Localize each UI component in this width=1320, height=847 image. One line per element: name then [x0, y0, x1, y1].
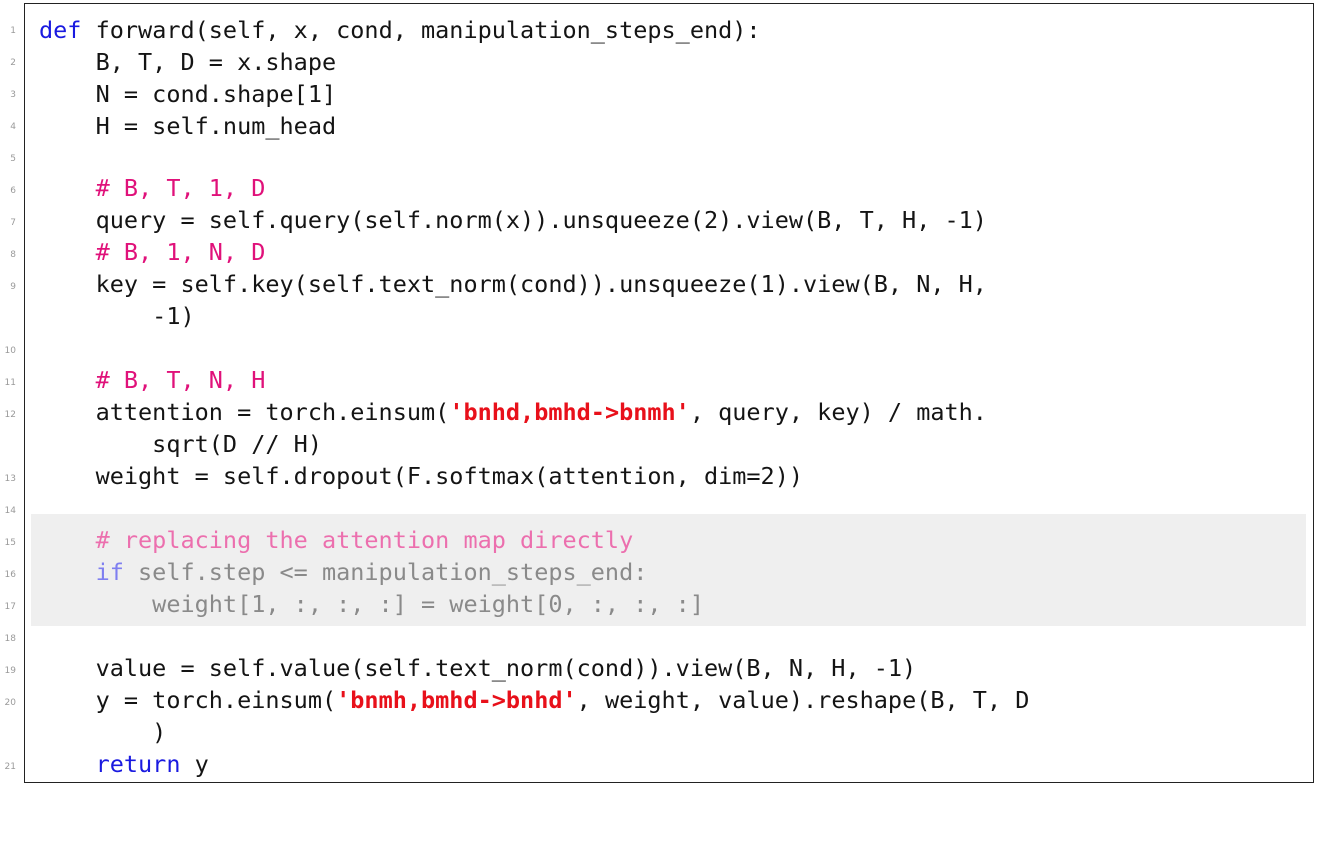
code-line: N = cond.shape[1]: [39, 80, 337, 108]
line-number: 16: [4, 570, 16, 580]
line-number: 12: [4, 410, 16, 420]
code-line-continuation: ): [39, 718, 167, 746]
line-number: 1: [10, 26, 16, 36]
code-line-continuation: -1): [39, 302, 195, 330]
code-string: 'bnmh,bmhd->bnhd': [336, 686, 577, 714]
line-number: 21: [4, 762, 16, 772]
line-number: 5: [10, 154, 16, 164]
code-line: # replacing the attention map directly: [39, 524, 634, 556]
line-number: 11: [4, 378, 16, 388]
code-text: attention = torch.einsum(: [39, 398, 450, 426]
code-string: 'bnhd,bmhd->bnmh': [449, 398, 690, 426]
code-line: # B, T, 1, D: [39, 172, 266, 204]
line-number: 17: [4, 602, 16, 612]
code-line: attention = torch.einsum('bnhd,bmhd->bnm…: [39, 396, 987, 428]
code-text: , query, key) / math.: [689, 398, 987, 426]
code-text: , weight, value).reshape(B, T, D: [576, 686, 1030, 714]
keyword-def: def: [39, 16, 82, 44]
code-line: return y: [39, 748, 209, 780]
line-number: 14: [4, 506, 16, 516]
code-line: def forward(self, x, cond, manipulation_…: [39, 14, 761, 46]
line-number: 18: [4, 634, 16, 644]
line-number: 19: [4, 666, 16, 676]
line-number: 15: [4, 538, 16, 548]
line-number: 8: [10, 250, 16, 260]
code-comment: # replacing the attention map directly: [95, 526, 634, 554]
code-comment: # B, T, N, H: [95, 366, 266, 394]
code-line: H = self.num_head: [39, 112, 337, 140]
code-line: # B, T, N, H: [39, 364, 266, 396]
code-text: forward(self, x, cond, manipulation_step…: [81, 16, 761, 44]
code-line-continuation: sqrt(D // H): [39, 430, 322, 458]
code-line: value = self.value(self.text_norm(cond))…: [39, 654, 917, 682]
line-number: 9: [10, 282, 16, 292]
code-comment: # B, 1, N, D: [95, 238, 266, 266]
keyword-if: if: [95, 558, 124, 586]
line-number: 6: [10, 186, 16, 196]
line-number: 7: [10, 218, 16, 228]
code-line: # B, 1, N, D: [39, 236, 266, 268]
line-number: 3: [10, 90, 16, 100]
line-number: 20: [4, 698, 16, 708]
code-text: y = torch.einsum(: [39, 686, 337, 714]
code-block: def forward(self, x, cond, manipulation_…: [39, 4, 1029, 847]
code-text: y: [180, 750, 209, 778]
code-text: self.step <= manipulation_steps_end:: [123, 558, 648, 586]
code-line: query = self.query(self.norm(x)).unsquee…: [39, 206, 987, 234]
keyword-return: return: [95, 750, 181, 778]
line-number: 10: [4, 346, 16, 356]
line-number-gutter: 1 2 3 4 5 6 7 8 9 10 11 12 13 14 15 16 1…: [0, 0, 18, 788]
line-number: 13: [4, 474, 16, 484]
line-number: 2: [10, 58, 16, 68]
code-line: B, T, D = x.shape: [39, 48, 337, 76]
code-line: key = self.key(self.text_norm(cond)).uns…: [39, 270, 987, 298]
code-comment: # B, T, 1, D: [95, 174, 266, 202]
code-line: y = torch.einsum('bnmh,bmhd->bnhd', weig…: [39, 684, 1030, 716]
line-number: 4: [10, 122, 16, 132]
code-line: if self.step <= manipulation_steps_end:: [39, 556, 648, 588]
code-line: weight[1, :, :, :] = weight[0, :, :, :]: [39, 590, 704, 618]
code-line: weight = self.dropout(F.softmax(attentio…: [39, 462, 804, 490]
code-listing-frame: def forward(self, x, cond, manipulation_…: [24, 3, 1314, 783]
